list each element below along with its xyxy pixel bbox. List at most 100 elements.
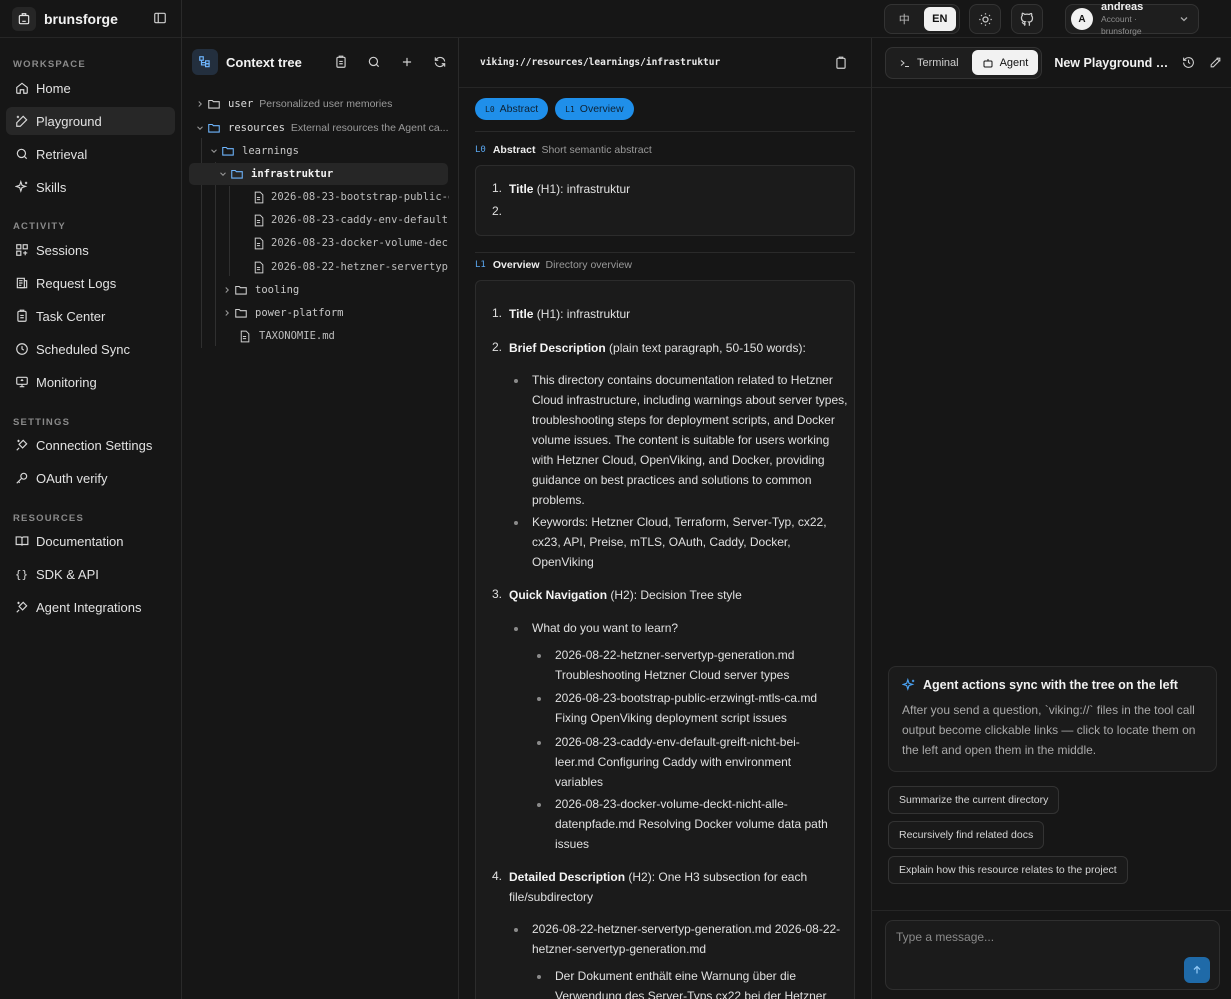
section-level: L1 [475,260,486,270]
sidebar-item-agent-integrations[interactable]: Agent Integrations [6,593,175,621]
sidebar-item-sdk-api[interactable]: {} SDK & API [6,560,175,588]
tree-node-resources[interactable]: resources External resources the Agent c… [193,117,449,139]
account-menu[interactable]: A andreas Account · brunsforge [1065,1,1199,36]
sidebar-item-playground[interactable]: Playground [6,107,175,135]
message-input[interactable] [896,930,1176,944]
badge-label: Overview [579,103,624,115]
document-header: viking://resources/learnings/infrastrukt… [459,38,871,88]
tree-node-file[interactable]: 2026-08-22-hetzner-servertyp-g... [252,256,449,278]
sidebar-item-sessions[interactable]: Sessions [6,236,175,264]
tree-node-user[interactable]: user Personalized user memories [193,93,449,115]
edit-icon[interactable] [1209,56,1222,69]
bullet [514,521,518,525]
theme-toggle-button[interactable] [969,4,1001,34]
mode-switch: Terminal Agent [885,46,1043,79]
item-text: (plain text paragraph, 50-150 words): [609,341,806,355]
tree-search-button[interactable] [357,49,390,75]
item-text: (H1): infrastruktur [536,182,631,196]
plug-icon [14,438,29,453]
tree-node-name: user [228,98,254,110]
tree-node-infrastruktur[interactable]: infrastruktur [189,163,448,185]
sidebar-item-task-center[interactable]: Task Center [6,302,175,330]
history-icon[interactable] [1182,56,1195,69]
nav-link[interactable]: 2026-08-22-hetzner-servertyp-generation.… [555,645,840,685]
overview-quick-navigation: Quick Navigation (H2): Decision Tree sty… [509,585,839,605]
account-subtitle: Account · brunsforge [1101,14,1142,36]
tree-node-file[interactable]: TAXONOMIE.md [238,325,449,347]
badge-abstract[interactable]: L0 Abstract [475,98,549,120]
chevron-right-icon [220,285,234,295]
tree-add-button[interactable] [390,49,423,75]
tree-clipboard-button[interactable] [324,49,357,75]
sidebar-item-label: Request Logs [36,275,117,291]
nav-link[interactable]: 2026-08-23-bootstrap-public-erzwingt-mtl… [555,688,840,728]
bold-label: Title [509,307,534,321]
nav-link[interactable]: 2026-08-23-docker-volume-deckt-nicht-all… [555,794,840,854]
tab-agent[interactable]: Agent [971,50,1039,75]
list-number: 3. [492,587,503,601]
chevron-down-icon [193,123,207,133]
folder-open-icon [207,121,222,135]
tree-node-name: tooling [255,284,300,296]
sidebar-item-connection-settings[interactable]: Connection Settings [6,431,175,459]
abstract-section-label: L0 Abstract Short semantic abstract [475,144,652,156]
sidebar-item-label: Scheduled Sync [36,341,130,357]
session-title[interactable]: New Playground se... [1054,56,1174,70]
github-button[interactable] [1011,4,1043,34]
tree-node-file[interactable]: 2026-08-23-bootstrap-public-er... [252,186,449,208]
sidebar-item-scheduled-sync[interactable]: Scheduled Sync [6,335,175,363]
sidebar-item-skills[interactable]: Skills [6,173,175,201]
sidebar-item-documentation[interactable]: Documentation [6,527,175,555]
sidebar-item-oauth-verify[interactable]: OAuth verify [6,464,175,492]
plus-icon [400,55,414,69]
tree-node-learnings[interactable]: learnings [207,140,449,162]
chevron-down-icon [207,146,221,156]
book-icon [14,534,29,549]
sidebar-item-label: Playground [36,113,102,129]
tab-terminal[interactable]: Terminal [889,50,969,75]
overview-card: 1. Title (H1): infrastruktur 2. Brief De… [475,280,855,999]
sidebar-item-request-logs[interactable]: Request Logs [6,269,175,297]
hint-body: After you send a question, `viking://` f… [902,703,1196,757]
section-label-resources: RESOURCES [13,513,84,524]
overview-question: What do you want to learn? [532,621,679,635]
list-number: 2. [492,204,503,218]
badge-overview[interactable]: L1 Overview [555,98,634,120]
overview-keywords: Keywords: Hetzner Cloud, Terraform, Serv… [532,515,827,569]
suggestion-chip[interactable]: Explain how this resource relates to the… [888,856,1128,884]
tree-refresh-button[interactable] [423,49,456,75]
send-button[interactable] [1184,957,1210,983]
nav-link[interactable]: 2026-08-23-caddy-env-default-greift-nich… [555,732,817,792]
tree-node-name: infrastruktur [251,168,334,180]
sidebar-item-retrieval[interactable]: Retrieval [6,140,175,168]
tree-node-tooling[interactable]: tooling [220,279,449,301]
bullet [537,741,541,745]
tree-node-name: 2026-08-23-caddy-env-default-g... [271,214,449,226]
lang-zh-button[interactable]: 中 [888,7,921,31]
tree-node-file[interactable]: 2026-08-23-caddy-env-default-g... [252,209,449,231]
folder-icon [207,97,222,111]
clipboard-icon [334,55,348,69]
tree-node-name: resources [228,122,285,134]
tree-node-name: power-platform [255,307,344,319]
suggestion-chip[interactable]: Recursively find related docs [888,821,1045,849]
suggestion-chip[interactable]: Summarize the current directory [888,786,1060,814]
sidebar-toggle-icon[interactable] [153,11,169,27]
sidebar-item-label: Skills [36,179,67,195]
section-name: Abstract [492,144,536,156]
hint-title: Agent actions sync with the tree on the … [902,678,1203,692]
search-icon [14,147,29,162]
tree-node-file[interactable]: 2026-08-23-docker-volume-deckt... [252,232,449,254]
terminal-icon [899,57,911,69]
bullet [514,379,518,383]
folder-icon [234,283,249,297]
lang-en-button[interactable]: EN [923,7,956,31]
divider [872,910,1231,911]
tree-node-power-platform[interactable]: power-platform [220,302,449,324]
badge-level: L1 [565,104,575,114]
pen-icon [14,114,29,129]
sidebar-item-monitoring[interactable]: Monitoring [6,368,175,396]
tree-header: Context tree [182,38,458,86]
sidebar-item-home[interactable]: Home [6,74,175,102]
copy-clipboard-icon[interactable] [834,56,848,70]
